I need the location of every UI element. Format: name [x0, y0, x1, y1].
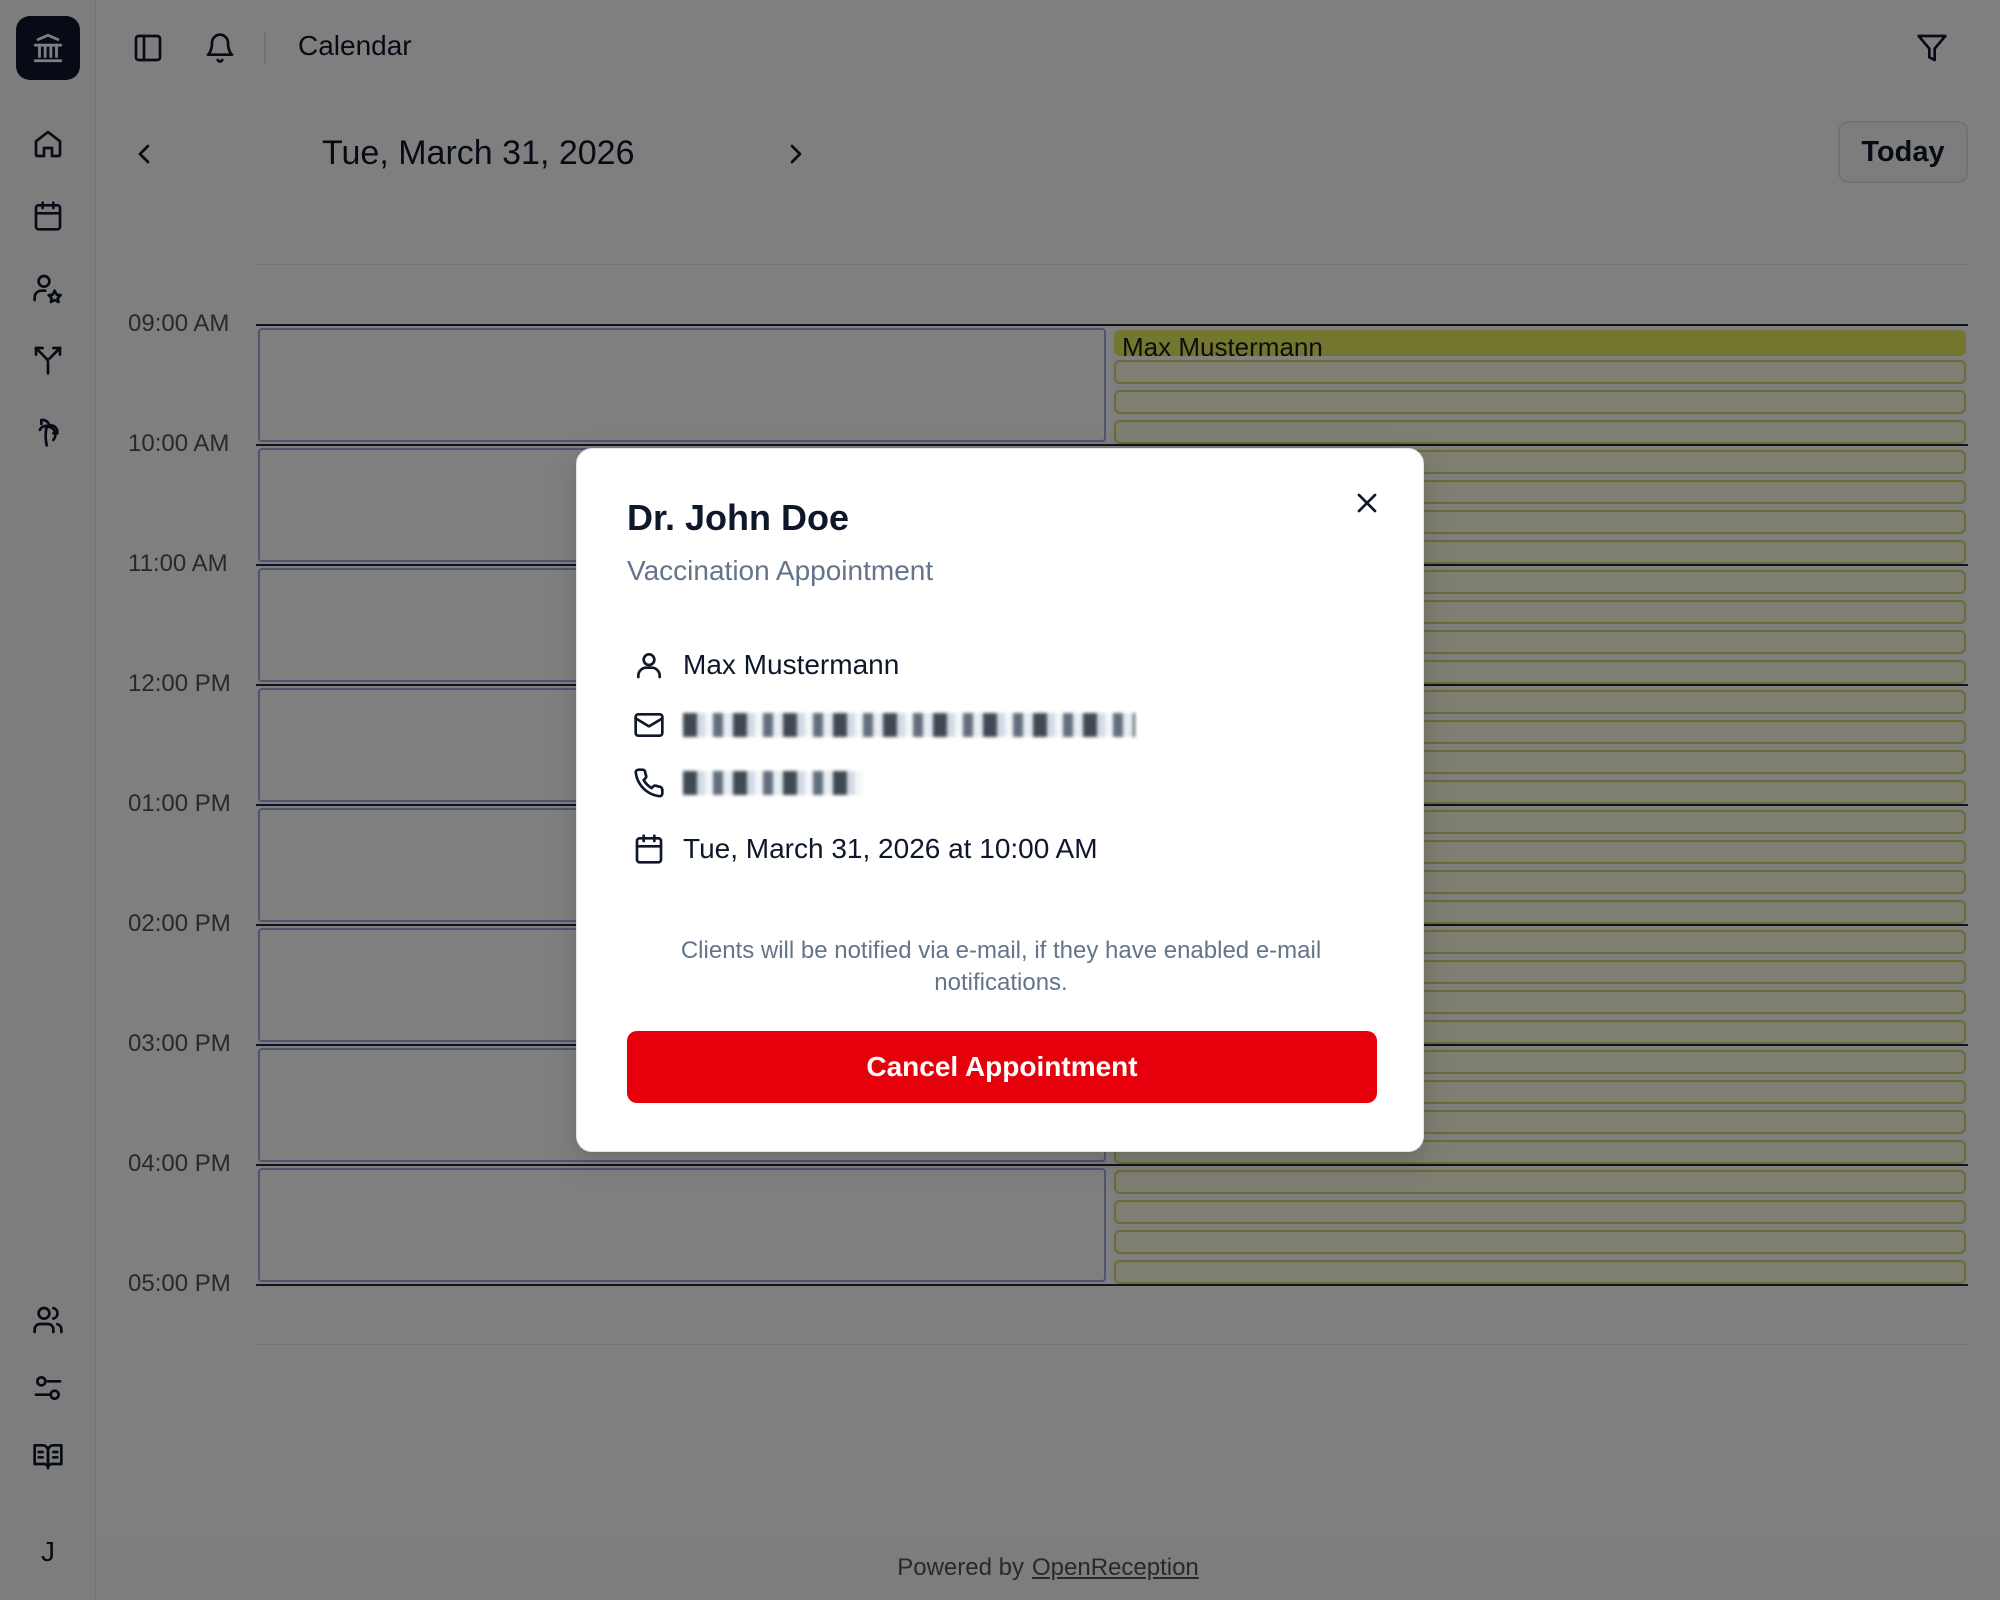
user-icon — [629, 645, 669, 685]
calendar-icon — [629, 829, 669, 869]
client-phone-redacted — [683, 771, 863, 795]
client-name: Max Mustermann — [683, 649, 900, 680]
appointment-time: Tue, March 31, 2026 at 10:00 AM — [683, 833, 1098, 864]
client-phone-row — [629, 761, 1389, 805]
cancel-appointment-button[interactable]: Cancel Appointment — [627, 1031, 1377, 1103]
client-name-row: Max Mustermann — [629, 643, 1389, 687]
dialog-subtitle: Vaccination Appointment — [627, 555, 934, 586]
phone-icon — [629, 763, 669, 803]
appointment-time-row: Tue, March 31, 2026 at 10:00 AM — [629, 827, 1389, 871]
dialog-title: Dr. John Doe — [627, 497, 850, 538]
client-email-row — [629, 703, 1389, 747]
close-icon — [1357, 493, 1377, 513]
client-email-redacted — [683, 713, 1135, 737]
appointment-details-dialog: Dr. John Doe Vaccination Appointment Max… — [576, 448, 1424, 1152]
notification-notice: Clients will be notified via e-mail, if … — [680, 937, 1322, 996]
mail-icon — [629, 705, 669, 745]
close-dialog-button[interactable] — [1347, 483, 1387, 523]
